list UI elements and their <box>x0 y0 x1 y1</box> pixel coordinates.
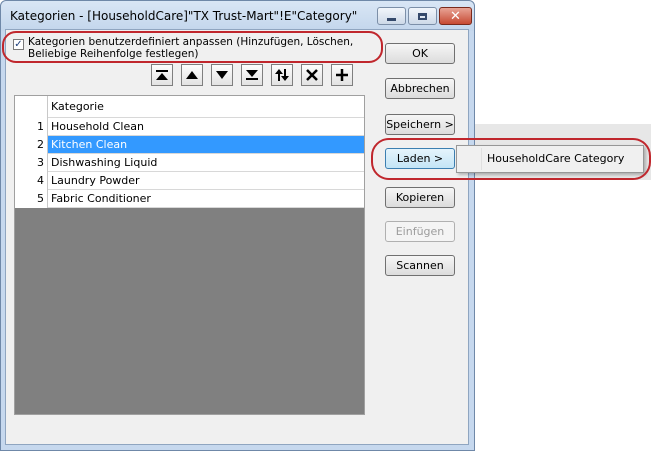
move-up-button[interactable] <box>181 64 203 86</box>
category-grid[interactable]: Kategorie 1 Household Clean 2 Kitchen Cl… <box>14 95 365 415</box>
category-cell[interactable]: Fabric Conditioner <box>48 190 364 208</box>
title-bar: Kategorien - [HouseholdCare]"TX Trust-Ma… <box>1 1 474 31</box>
paste-button: Einfügen <box>385 221 455 242</box>
row-number: 1 <box>15 118 48 136</box>
close-button[interactable]: ✕ <box>439 7 472 25</box>
sort-icon <box>275 69 289 81</box>
cancel-button[interactable]: Abbrechen <box>385 78 455 99</box>
grid-header-row: Kategorie <box>15 96 364 119</box>
minimize-icon <box>387 17 396 21</box>
customize-checkbox-label: Kategorien benutzerdefiniert anpassen (H… <box>28 36 354 60</box>
maximize-button[interactable] <box>408 7 437 25</box>
row-number: 3 <box>15 154 48 172</box>
window-title: Kategorien - [HouseholdCare]"TX Trust-Ma… <box>10 9 358 23</box>
move-to-bottom-button[interactable] <box>241 64 263 86</box>
row-number: 2 <box>15 136 48 154</box>
row-number-header <box>15 96 48 118</box>
move-to-top-icon <box>156 70 168 80</box>
category-cell[interactable]: Dishwashing Liquid <box>48 154 364 172</box>
sort-button[interactable] <box>271 64 293 86</box>
table-row[interactable]: 3 Dishwashing Liquid <box>15 154 364 172</box>
menu-item-householdcare-category[interactable]: HouseholdCare Category <box>459 148 641 170</box>
copy-button[interactable]: Kopieren <box>385 187 455 208</box>
table-row-selected[interactable]: 2 Kitchen Clean <box>15 136 364 154</box>
row-number: 4 <box>15 172 48 190</box>
maximize-icon <box>418 12 427 20</box>
minimize-button[interactable] <box>377 7 406 25</box>
customize-checkbox[interactable]: ✓ <box>13 39 24 50</box>
move-to-top-button[interactable] <box>151 64 173 86</box>
load-button[interactable]: Laden > <box>385 148 455 169</box>
table-row[interactable]: 1 Household Clean <box>15 118 364 136</box>
move-to-bottom-icon <box>246 70 258 80</box>
category-cell[interactable]: Kitchen Clean <box>48 136 364 154</box>
add-icon <box>336 69 348 81</box>
delete-button[interactable] <box>301 64 323 86</box>
row-number: 5 <box>15 190 48 208</box>
move-down-icon <box>216 71 228 79</box>
load-menu: HouseholdCare Category <box>456 145 644 173</box>
move-up-icon <box>186 71 198 79</box>
category-cell[interactable]: Household Clean <box>48 118 364 136</box>
save-button[interactable]: Speichern > <box>385 114 455 135</box>
table-row[interactable]: 5 Fabric Conditioner <box>15 190 364 208</box>
table-row[interactable]: 4 Laundry Powder <box>15 172 364 190</box>
ok-button[interactable]: OK <box>385 43 455 64</box>
column-header-category[interactable]: Kategorie <box>48 96 364 118</box>
delete-icon <box>306 69 318 81</box>
category-cell[interactable]: Laundry Powder <box>48 172 364 190</box>
scan-button[interactable]: Scannen <box>385 255 455 276</box>
close-icon: ✕ <box>450 8 461 24</box>
add-button[interactable] <box>331 64 353 86</box>
move-down-button[interactable] <box>211 64 233 86</box>
